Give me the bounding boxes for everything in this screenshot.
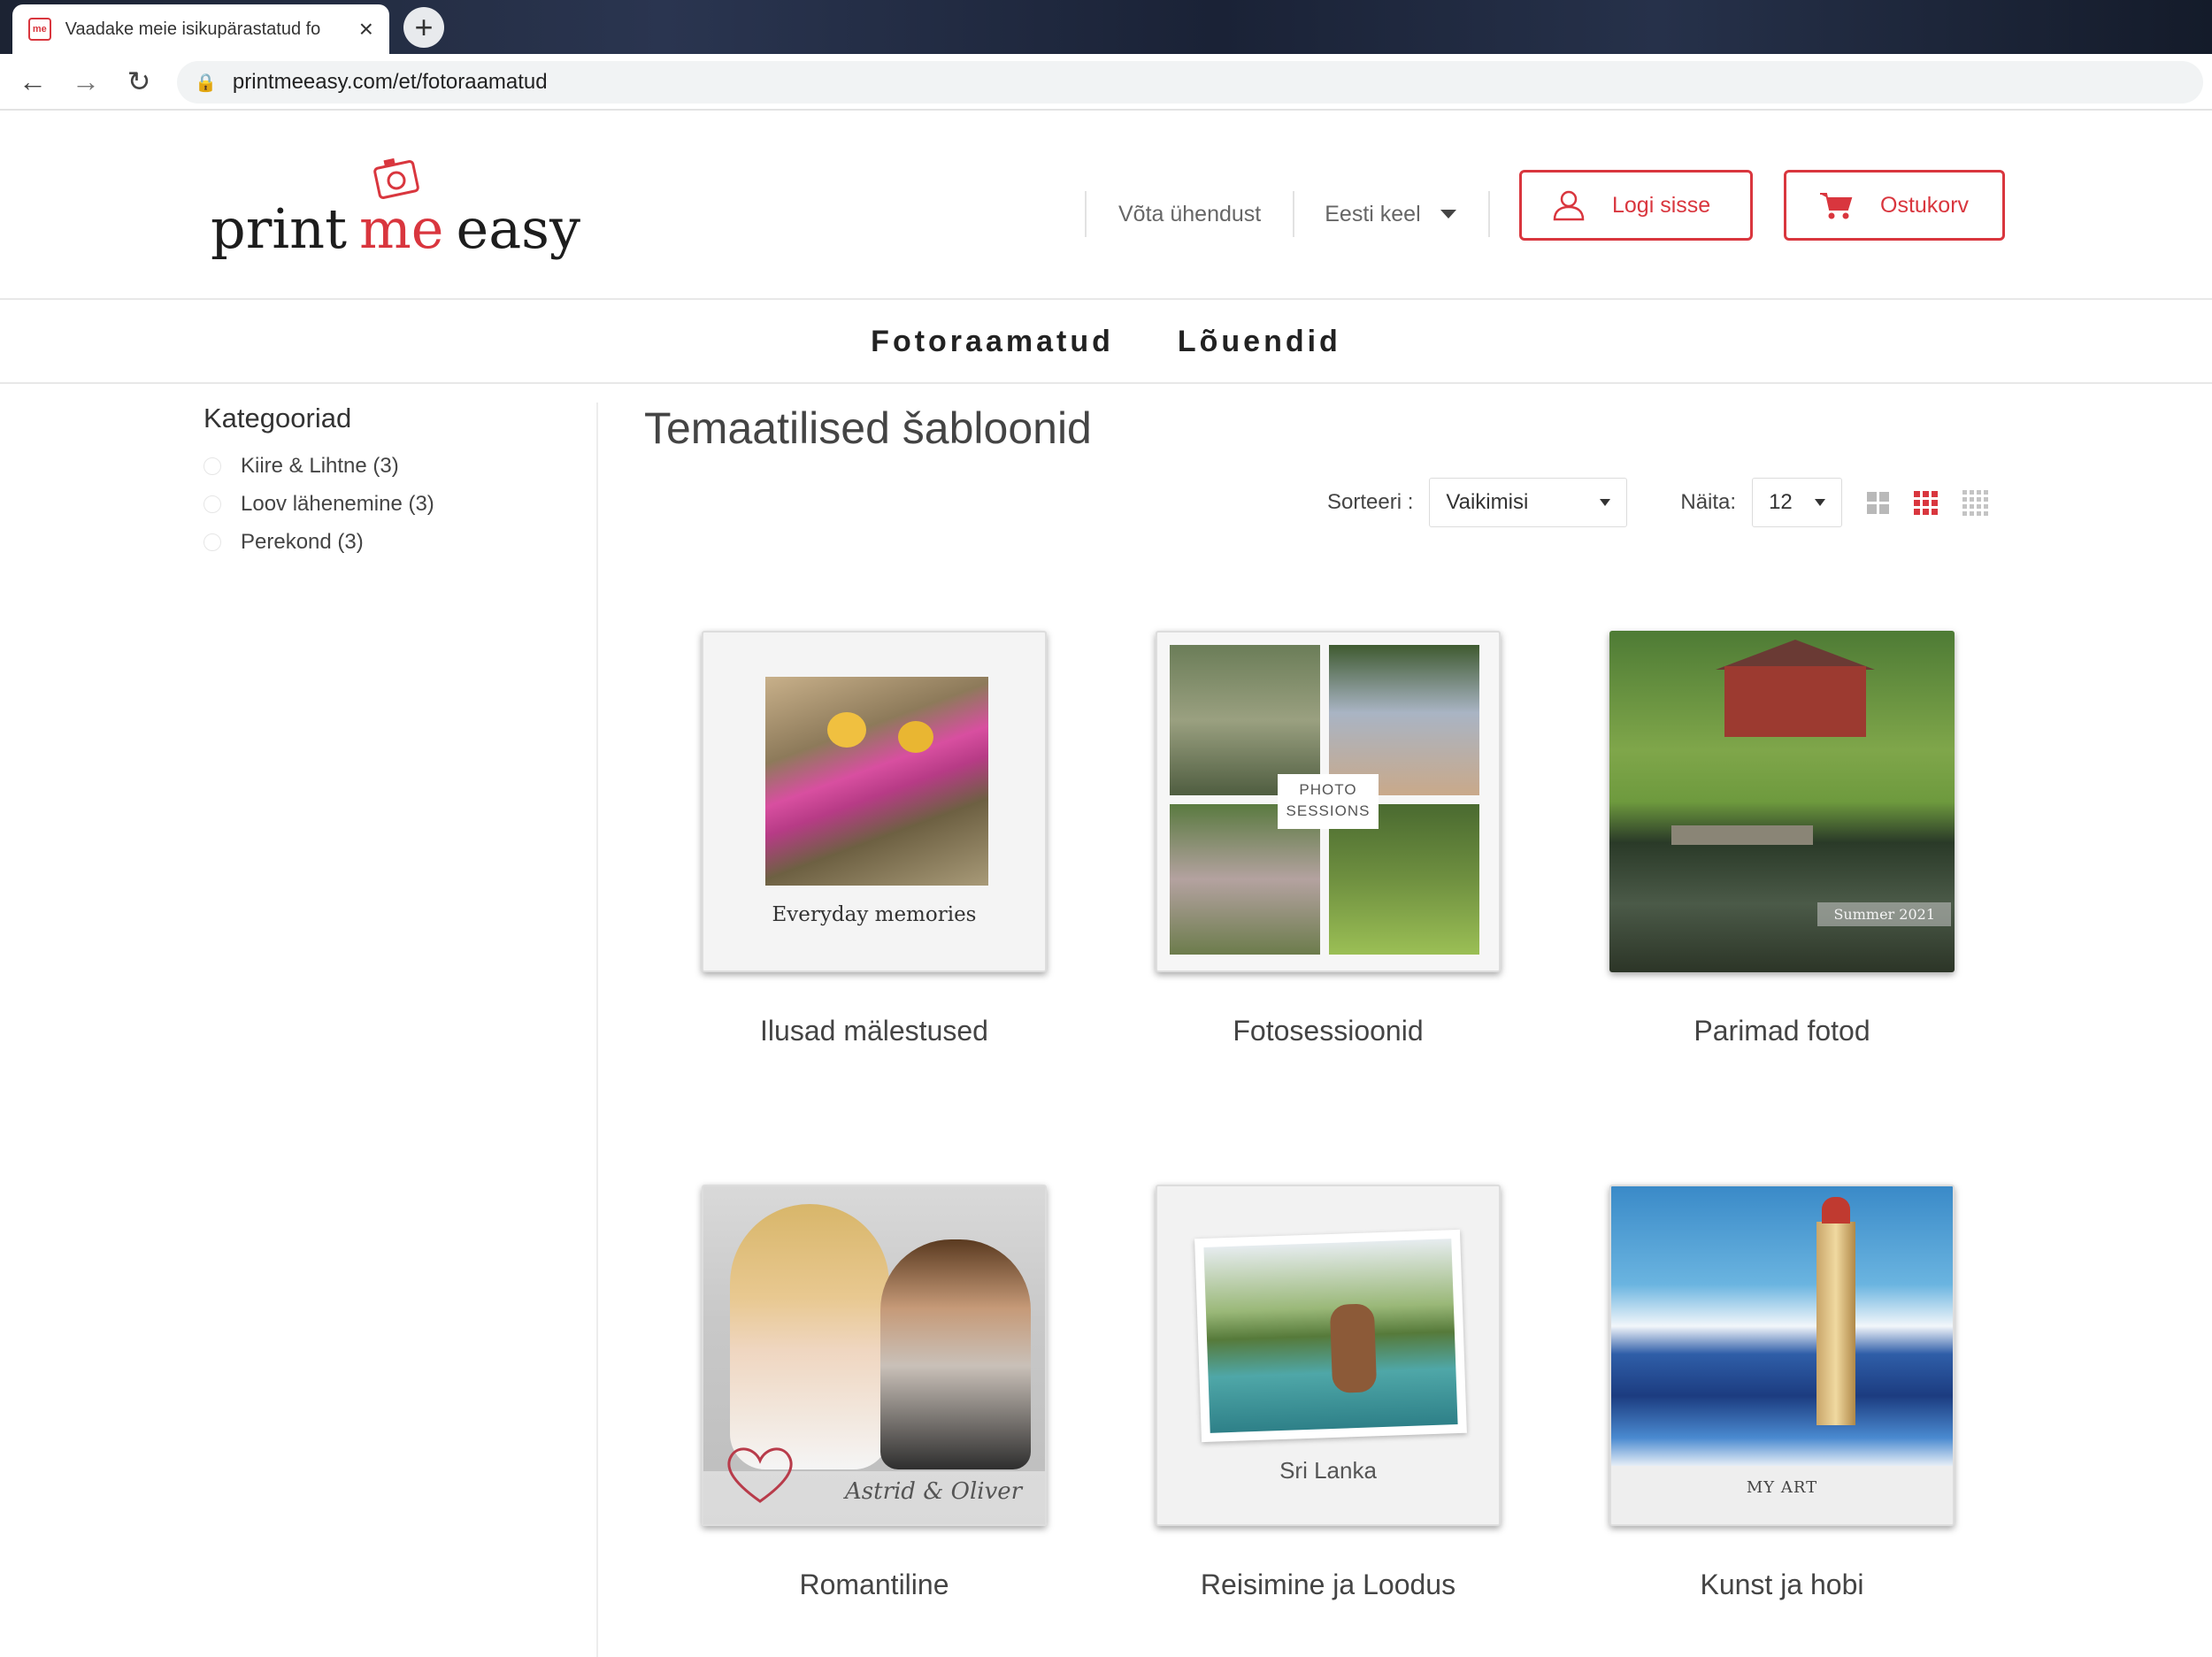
cover-photo-detail [730,1204,889,1469]
sidebar-title: Kategooriad [204,403,352,433]
sort-value: Vaikimisi [1446,490,1529,514]
logo-print: print [211,196,348,261]
cover-photo-detail [1816,1197,1855,1425]
heart-icon [727,1447,793,1503]
divider [1487,191,1490,237]
product-card[interactable]: Sri Lanka Reisimine ja Loodus [1156,1185,1501,1601]
camera-icon [373,157,419,199]
reload-icon[interactable]: ↻ [119,61,159,102]
site-logo[interactable]: print me easy [211,157,581,261]
cover-photo-detail [1716,640,1875,670]
chevron-down-icon [1600,499,1611,506]
product-title[interactable]: Parimad fotod [1609,1015,1955,1047]
cover-caption: PHOTO SESSIONS [1278,774,1379,829]
login-button[interactable]: Logi sisse [1519,170,1753,241]
logo-me-text: me [359,196,444,261]
product-card[interactable]: PHOTO SESSIONS Fotosessioonid [1156,631,1501,1047]
product-cover-image[interactable]: Everyday memories [702,631,1047,972]
new-tab-button[interactable]: + [403,7,444,48]
caret-down-icon [1440,210,1456,219]
lock-icon: 🔒 [195,73,217,93]
product-title[interactable]: Reisimine ja Loodus [1156,1569,1501,1601]
cart-button[interactable]: Ostukorv [1784,170,2005,241]
product-card[interactable]: Everyday memories Ilusad mälestused [702,631,1047,1047]
category-item[interactable]: Kiire & Lihtne (3) [204,447,575,485]
browser-tab[interactable]: me Vaadake meie isikupärastatud fo × [12,4,389,54]
product-cover-image[interactable]: Sri Lanka [1156,1185,1501,1526]
product-card[interactable]: Astrid & Oliver Romantiline [702,1185,1047,1601]
product-cover-image[interactable]: MY ART [1609,1185,1955,1526]
cover-caption: Everyday memories [772,903,977,926]
contact-link[interactable]: Võta ühendust [1087,202,1293,227]
grid-4x4-view-icon[interactable] [1962,489,1989,516]
cover-caption: Summer 2021 [1817,902,1951,926]
logo-me: me [359,157,444,261]
nav-item-louendid[interactable]: Lõuendid [1178,325,1341,359]
product-title[interactable]: Fotosessioonid [1156,1015,1501,1047]
forward-arrow-icon[interactable]: → [65,61,106,102]
cover-photo [1329,645,1479,795]
category-item[interactable]: Loov lähenemine (3) [204,485,575,523]
logo-easy: easy [456,196,581,261]
show-label: Näita: [1680,490,1737,514]
tab-title: Vaadake meie isikupärastatud fo [65,19,321,39]
cover-photo [1194,1229,1467,1443]
browser-tab-bar: me Vaadake meie isikupärastatud fo × + [0,0,2212,54]
language-label: Eesti keel [1325,201,1421,226]
main-navigation: Fotoraamatud Lõuendid [0,302,2212,384]
radio-button[interactable] [204,456,221,475]
category-label: Loov lähenemine (3) [241,491,434,516]
cover-photo-detail [880,1239,1031,1469]
cover-photo [1611,1186,1953,1466]
site-header: print me easy Võta ühendust Eesti keel L… [0,112,2212,300]
back-arrow-icon[interactable]: ← [12,61,53,102]
product-card[interactable]: Summer 2021 Parimad fotod [1609,631,1955,1047]
cart-label: Ostukorv [1880,192,1970,218]
nav-item-fotoraamatud[interactable]: Fotoraamatud [871,325,1114,359]
category-sidebar: Kategooriad Kiire & Lihtne (3) Loov lähe… [204,403,575,561]
cover-photo [765,677,988,886]
category-item[interactable]: Perekond (3) [204,523,575,561]
favicon-icon: me [28,18,51,41]
close-icon[interactable]: × [359,17,373,42]
cover-photo [1170,645,1320,795]
language-selector[interactable]: Eesti keel [1294,202,1487,227]
header-links: Võta ühendust Eesti keel [1085,183,1490,245]
browser-toolbar: ← → ↻ 🔒 printmeeasy.com/et/fotoraamatud [0,54,2212,111]
user-icon [1553,190,1585,221]
product-title[interactable]: Kunst ja hobi [1609,1569,1955,1601]
product-card[interactable]: MY ART Kunst ja hobi [1609,1185,1955,1601]
radio-button[interactable] [204,495,221,513]
sort-label: Sorteeri : [1327,490,1414,514]
listing-toolbar: Sorteeri : Vaikimisi Näita: 12 [1327,478,1989,527]
grid-2x2-view-icon[interactable] [1867,491,1890,514]
page-title: Temaatilised šabloonid [644,403,1092,453]
per-page-value: 12 [1769,490,1793,514]
cover-photo-detail [1724,666,1866,737]
cover-caption-line: PHOTO [1299,781,1357,798]
radio-button[interactable] [204,533,221,551]
grid-3x3-view-icon[interactable] [1914,490,1939,515]
product-cover-image[interactable]: Astrid & Oliver [702,1185,1047,1526]
product-title[interactable]: Ilusad mälestused [702,1015,1047,1047]
chevron-down-icon [1815,499,1826,506]
address-bar[interactable]: 🔒 printmeeasy.com/et/fotoraamatud [177,61,2203,104]
login-label: Logi sisse [1612,192,1711,218]
cart-icon [1820,193,1853,219]
cover-caption: Sri Lanka [1279,1457,1377,1484]
product-cover-image[interactable]: Summer 2021 [1609,631,1955,972]
sort-select[interactable]: Vaikimisi [1429,478,1628,527]
product-title[interactable]: Romantiline [702,1569,1047,1601]
category-label: Kiire & Lihtne (3) [241,453,399,478]
category-label: Perekond (3) [241,529,364,554]
url-text: printmeeasy.com/et/fotoraamatud [232,70,548,94]
sidebar-divider [596,403,598,1657]
cover-caption-line: SESSIONS [1286,802,1371,819]
per-page-select[interactable]: 12 [1752,478,1843,527]
cover-photo-detail [1671,825,1813,845]
cover-caption: Astrid & Oliver [845,1478,1023,1505]
product-cover-image[interactable]: PHOTO SESSIONS [1156,631,1501,972]
cover-caption: MY ART [1746,1478,1818,1497]
